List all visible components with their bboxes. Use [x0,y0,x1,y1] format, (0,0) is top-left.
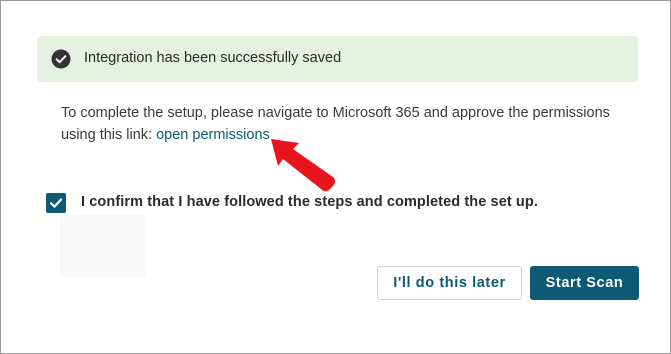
checkmark-icon [49,198,63,208]
alert-message: Integration has been successfully saved [84,50,342,66]
placeholder-area [60,215,146,277]
red-arrow-icon [271,139,335,192]
do-later-button[interactable]: I'll do this later [377,266,522,300]
start-scan-button[interactable]: Start Scan [530,266,639,300]
check-circle-icon [51,49,71,69]
success-alert: Integration has been successfully saved [37,36,638,82]
dialog-panel: Integration has been successfully saved … [0,0,671,354]
confirm-checkbox[interactable] [46,193,66,213]
setup-instructions: To complete the setup, please navigate t… [61,102,641,146]
open-permissions-link[interactable]: open permissions [156,127,270,143]
confirm-label: I confirm that I have followed the steps… [81,194,538,210]
